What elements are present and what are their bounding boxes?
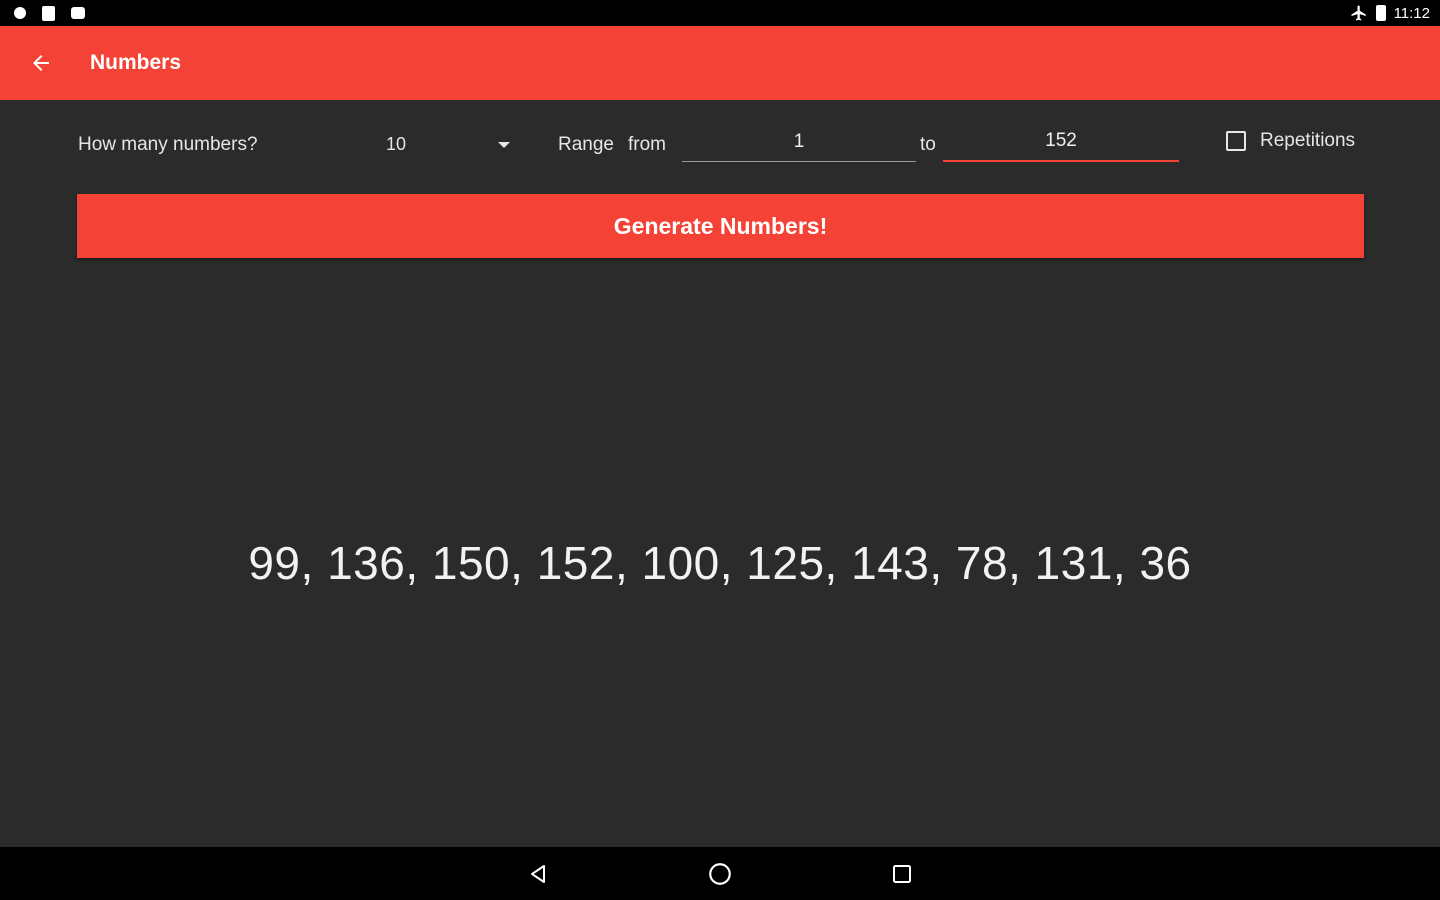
nav-recents-button[interactable]: [876, 854, 928, 894]
chevron-down-icon: [498, 142, 510, 148]
repetitions-checkbox[interactable]: Repetitions: [1226, 130, 1355, 152]
arrow-back-icon: [33, 55, 49, 71]
from-label: from: [628, 134, 666, 155]
range-from-input[interactable]: [682, 122, 916, 162]
count-dropdown[interactable]: 10: [380, 124, 520, 164]
android-icon: [71, 7, 85, 19]
to-label: to: [920, 134, 936, 155]
sd-card-icon: [42, 5, 55, 21]
generate-numbers-button[interactable]: Generate Numbers!: [77, 194, 1364, 258]
status-time: 11:12: [1393, 4, 1430, 22]
status-bar: 11:12: [0, 0, 1440, 26]
nav-home-icon: [709, 862, 731, 885]
nav-recents-icon: [893, 864, 911, 883]
nav-back-button[interactable]: [512, 854, 564, 894]
airplane-mode-icon: [1351, 5, 1366, 21]
notification-icon: [14, 7, 26, 19]
nav-bar: [0, 847, 1440, 900]
app-bar: Numbers: [0, 26, 1440, 100]
app-title: Numbers: [90, 51, 182, 74]
nav-back-icon: [531, 864, 545, 883]
checkbox-box[interactable]: [1226, 131, 1246, 151]
battery-icon: [1375, 5, 1386, 21]
count-label: How many numbers?: [78, 134, 258, 155]
controls-row: How many numbers? 10 Range from to Repet…: [0, 100, 1440, 192]
status-right-icons: 11:12: [1350, 4, 1430, 22]
repetitions-label: Repetitions: [1260, 130, 1356, 151]
count-value: 10: [386, 133, 407, 154]
range-to-input[interactable]: [943, 122, 1179, 162]
range-label: Range: [558, 134, 614, 155]
status-left-icons: [14, 5, 85, 21]
nav-home-button[interactable]: [694, 854, 746, 894]
app-screen: 11:12 Numbers How many numbers? 10 Range…: [0, 0, 1440, 900]
back-button[interactable]: [10, 26, 72, 100]
result-numbers: 99, 136, 150, 152, 100, 125, 143, 78, 13…: [248, 537, 1192, 589]
